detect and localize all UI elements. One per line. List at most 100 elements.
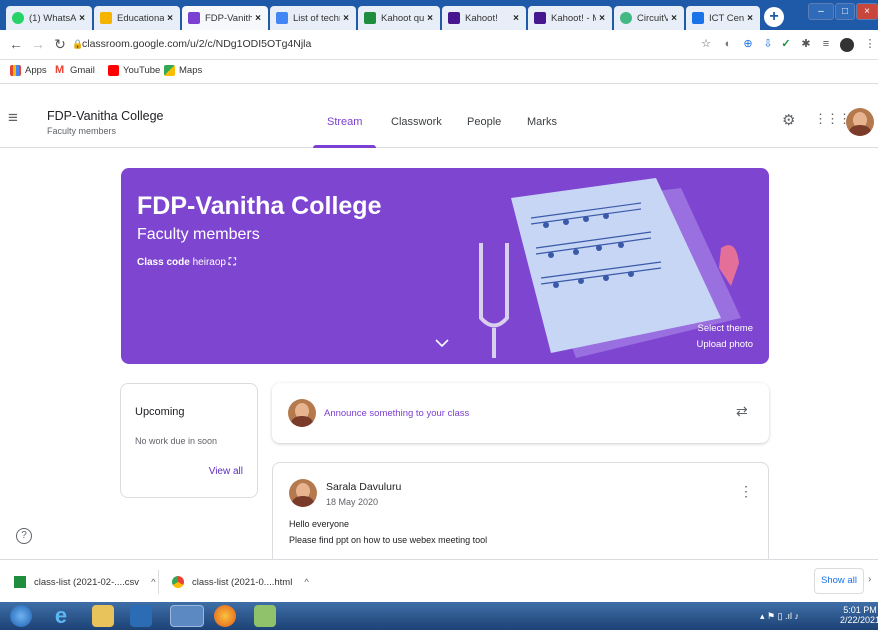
class-code: Class code heiraop ⛶ — [137, 257, 236, 268]
tab-classwork[interactable]: Classwork — [391, 116, 442, 128]
browser-tab-strip: (1) WhatsAp × Educational × FDP-Vanitha … — [0, 0, 878, 30]
user-avatar[interactable] — [846, 108, 874, 136]
download-item[interactable]: class-list (2021-0....html ^ — [172, 576, 309, 588]
profile-avatar[interactable] — [840, 38, 854, 52]
tab-label: CircuitVerse — [637, 12, 668, 24]
close-tab-icon[interactable]: × — [252, 13, 264, 24]
class-subtitle: Faculty members — [47, 126, 117, 136]
close-tab-icon[interactable]: × — [164, 13, 176, 24]
help-icon[interactable]: ? — [16, 528, 32, 544]
tab-stream[interactable]: Stream — [327, 116, 362, 128]
system-tray-icons[interactable]: ▴ ⚑ ▯ .ıl ♪ — [760, 611, 799, 622]
bookmark-label: Gmail — [70, 65, 95, 76]
firefox-icon[interactable] — [214, 605, 236, 627]
chrome-taskbar-icon[interactable] — [170, 605, 204, 627]
youtube-icon — [108, 65, 119, 76]
announce-placeholder[interactable]: Announce something to your class — [324, 408, 469, 419]
class-banner: FDP-Vanitha College Faculty members Clas… — [121, 168, 769, 364]
forward-icon[interactable]: → — [30, 35, 46, 53]
tab-whatsapp[interactable]: (1) WhatsAp × — [6, 6, 92, 30]
maximize-window-button[interactable]: □ — [835, 3, 855, 20]
tab-kahoot-m[interactable]: Kahoot! - M × — [528, 6, 612, 30]
tab-ict-centre[interactable]: ICT Centre × — [686, 6, 760, 30]
close-tab-icon[interactable]: × — [76, 13, 88, 24]
close-tab-icon[interactable]: × — [744, 13, 756, 24]
puzzle-extension-icon[interactable]: ✱ — [800, 38, 812, 50]
post-body-line: Please find ppt on how to use webex meet… — [289, 535, 488, 545]
chevron-up-icon[interactable]: ^ — [304, 577, 308, 588]
extension-icon[interactable]: ◐ — [722, 38, 734, 50]
post-body-line: Hello everyone — [289, 519, 350, 529]
divider — [158, 570, 159, 594]
close-tab-icon[interactable]: × — [424, 13, 436, 24]
kahoot-icon — [448, 12, 460, 24]
bookmark-maps[interactable]: Maps — [164, 65, 202, 76]
class-title[interactable]: FDP-Vanitha College — [47, 109, 164, 123]
extension-icon[interactable]: ⊕ — [742, 38, 754, 50]
hamburger-menu-icon[interactable]: ≡ — [8, 108, 18, 128]
classroom-header: ≡ FDP-Vanitha College Faculty members St… — [0, 84, 878, 148]
media-player-icon[interactable] — [130, 605, 152, 627]
chevron-up-icon[interactable]: ^ — [151, 577, 155, 588]
new-tab-button[interactable]: + — [764, 7, 784, 27]
bookmark-gmail[interactable]: M Gmail — [55, 64, 95, 77]
tab-marks[interactable]: Marks — [527, 116, 557, 128]
more-menu-icon[interactable]: ⋮ — [864, 38, 876, 50]
bookmark-label: Apps — [25, 65, 47, 76]
more-options-icon[interactable]: ⋮ — [739, 483, 753, 500]
checkmark-extension-icon[interactable]: ✓ — [780, 38, 792, 50]
app-icon[interactable] — [254, 605, 276, 627]
download-filename: class-list (2021-02-....csv — [34, 576, 140, 588]
repost-icon[interactable]: ⇄ — [736, 403, 748, 420]
extension-icon[interactable]: ⇩ — [762, 38, 774, 50]
tab-kahoot[interactable]: Kahoot! × — [442, 6, 526, 30]
tab-label: Kahoot! — [465, 12, 498, 24]
gmail-icon: M — [55, 64, 65, 76]
settings-gear-icon[interactable]: ⚙ — [782, 111, 795, 129]
user-avatar — [288, 399, 316, 427]
maps-icon — [164, 65, 175, 76]
downloads-bar: class-list (2021-02-....csv ^ class-list… — [0, 559, 878, 602]
start-button-icon[interactable] — [10, 605, 32, 627]
back-icon[interactable]: ← — [8, 35, 24, 53]
tab-fdp-vanitha[interactable]: FDP-Vanitha × — [182, 6, 268, 30]
view-all-link[interactable]: View all — [209, 466, 243, 477]
close-downloads-icon[interactable]: › — [868, 574, 871, 585]
internet-explorer-icon[interactable]: e — [50, 605, 72, 627]
close-tab-icon[interactable]: × — [596, 13, 608, 24]
close-tab-icon[interactable]: × — [668, 13, 680, 24]
classroom-icon — [188, 12, 200, 24]
close-tab-icon[interactable]: × — [340, 13, 352, 24]
reading-list-icon[interactable]: ≡ — [820, 38, 832, 50]
clock[interactable]: 5:01 PM 2/22/2021 — [840, 605, 878, 625]
bookmark-youtube[interactable]: YouTube — [108, 65, 160, 76]
bookmark-apps[interactable]: Apps — [10, 65, 47, 76]
upcoming-card: Upcoming No work due in soon View all — [120, 383, 258, 498]
tab-label: List of techn — [293, 12, 340, 24]
fullscreen-icon[interactable]: ⛶ — [229, 257, 236, 268]
active-tab-indicator — [313, 145, 376, 148]
upload-photo-link[interactable]: Upload photo — [696, 339, 753, 350]
whatsapp-icon — [12, 12, 24, 24]
google-apps-grid-icon[interactable]: ⋮⋮⋮ — [814, 111, 851, 127]
docs-icon — [276, 12, 288, 24]
show-all-button[interactable]: Show all — [814, 568, 864, 594]
announce-box[interactable]: Announce something to your class ⇄ — [272, 383, 769, 443]
tab-circuitverse[interactable]: CircuitVerse × — [614, 6, 684, 30]
tab-educational[interactable]: Educational × — [94, 6, 180, 30]
bookmark-label: YouTube — [123, 65, 161, 76]
close-window-button[interactable]: × — [856, 3, 878, 20]
close-tab-icon[interactable]: × — [510, 13, 522, 24]
tab-list-of-techn[interactable]: List of techn × — [270, 6, 356, 30]
reload-icon[interactable]: ↻ — [52, 35, 68, 53]
post-author: Sarala Davuluru — [326, 481, 402, 493]
select-theme-link[interactable]: Select theme — [698, 323, 753, 334]
file-explorer-icon[interactable] — [92, 605, 114, 627]
tab-people[interactable]: People — [467, 116, 501, 128]
tab-kahoot-quiz[interactable]: Kahoot quiz × — [358, 6, 440, 30]
minimize-window-button[interactable]: – — [808, 3, 834, 20]
url-field[interactable]: classroom.google.com/u/2/c/NDg1ODI5OTg4N… — [82, 38, 311, 50]
download-item[interactable]: class-list (2021-02-....csv ^ — [14, 576, 156, 588]
upcoming-text: No work due in soon — [135, 436, 218, 446]
bookmark-star-icon[interactable]: ☆ — [700, 38, 712, 50]
